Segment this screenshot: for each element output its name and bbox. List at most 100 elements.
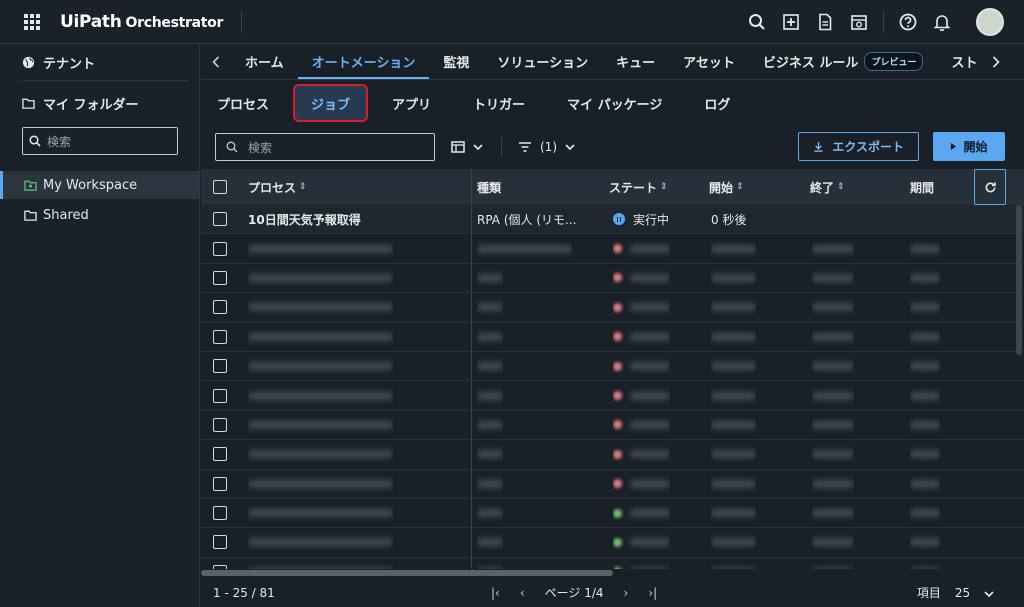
process-cell-redacted xyxy=(248,470,393,498)
next-page-icon[interactable]: › xyxy=(624,586,629,600)
help-icon[interactable] xyxy=(898,12,918,32)
table-row[interactable] xyxy=(201,234,1024,264)
table-row[interactable] xyxy=(201,528,1024,558)
add-icon[interactable] xyxy=(781,12,801,32)
subtab-logs[interactable]: ログ xyxy=(688,86,746,120)
globe-icon xyxy=(22,56,35,68)
state-cell-redacted xyxy=(613,558,670,569)
vertical-scrollbar[interactable] xyxy=(1016,205,1022,355)
type-cell-redacted xyxy=(477,352,503,380)
nav-scroll-left[interactable] xyxy=(201,44,231,79)
search-icon[interactable] xyxy=(747,12,767,32)
start-cell: 0 秒後 xyxy=(711,212,747,227)
row-checkbox[interactable] xyxy=(213,447,227,462)
table-row[interactable] xyxy=(201,293,1024,323)
table-row[interactable] xyxy=(201,381,1024,411)
row-checkbox[interactable] xyxy=(213,417,227,432)
first-page-icon[interactable]: |‹ xyxy=(491,586,500,600)
running-status-icon xyxy=(613,213,625,226)
tab-solutions[interactable]: ソリューション xyxy=(483,44,602,79)
row-select-cell xyxy=(213,411,227,439)
subtab-apps[interactable]: アプリ xyxy=(376,86,447,120)
start-button[interactable]: 開始 xyxy=(933,132,1005,161)
bell-icon[interactable] xyxy=(932,12,952,32)
row-checkbox[interactable] xyxy=(213,241,227,256)
type-cell-redacted xyxy=(477,499,503,527)
table-row[interactable] xyxy=(201,469,1024,499)
tab-business-rules[interactable]: ビジネス ルール プレビュー xyxy=(749,44,938,79)
per-page-select[interactable]: 25 xyxy=(955,586,994,600)
jobs-search-placeholder: 検索 xyxy=(248,140,273,155)
row-checkbox[interactable] xyxy=(213,212,227,227)
resource-icon[interactable] xyxy=(849,12,869,32)
app-launcher-icon[interactable] xyxy=(24,13,40,30)
horizontal-scrollbar[interactable] xyxy=(201,569,1024,577)
tenant-row[interactable]: テナント xyxy=(0,44,199,80)
subtab-label: ログ xyxy=(704,97,731,113)
row-checkbox[interactable] xyxy=(213,535,227,550)
folder-search-input[interactable]: 検索 xyxy=(22,127,178,155)
tab-monitoring[interactable]: 監視 xyxy=(429,44,483,79)
process-cell-redacted xyxy=(248,558,393,569)
duration-cell-redacted xyxy=(910,440,940,468)
export-button[interactable]: エクスポート xyxy=(798,132,919,161)
filter-button[interactable]: (1) xyxy=(518,140,575,154)
table-row[interactable] xyxy=(201,498,1024,529)
column-divider[interactable] xyxy=(471,169,472,205)
document-icon[interactable] xyxy=(815,12,835,32)
process-cell-redacted xyxy=(248,528,393,556)
start-cell-redacted xyxy=(711,264,756,292)
my-folders-row[interactable]: マイ フォルダー xyxy=(0,85,199,121)
subtab-triggers[interactable]: トリガー xyxy=(457,86,541,120)
table-row[interactable] xyxy=(201,322,1024,352)
table-row[interactable] xyxy=(201,557,1024,569)
refresh-button[interactable] xyxy=(974,169,1006,205)
scrollbar-thumb[interactable] xyxy=(201,570,613,576)
app-logo[interactable]: UiPath Orchestrator xyxy=(60,12,223,32)
user-avatar[interactable] xyxy=(976,8,1004,36)
row-checkbox[interactable] xyxy=(213,476,227,491)
column-header-state[interactable]: ステート ⇕ xyxy=(609,169,668,205)
tab-assets[interactable]: アセット xyxy=(669,44,749,79)
table-row[interactable] xyxy=(201,440,1024,470)
start-cell-redacted xyxy=(711,470,756,498)
column-divider xyxy=(471,293,472,322)
workspace-folder-icon xyxy=(24,180,37,191)
table-row[interactable] xyxy=(201,351,1024,382)
end-cell-redacted xyxy=(812,470,854,498)
row-checkbox[interactable] xyxy=(213,300,227,315)
state-cell: 実行中 xyxy=(613,205,669,233)
table-row[interactable]: 10日間天気予報取得 RPA (個人 (リモ... 実行中 0 秒後 xyxy=(201,205,1024,235)
column-header-end[interactable]: 終了 ⇕ xyxy=(810,169,845,205)
subtab-my-packages[interactable]: マイ パッケージ xyxy=(551,86,678,120)
column-header-process[interactable]: プロセス ⇕ xyxy=(248,169,307,205)
last-page-icon[interactable]: ›| xyxy=(648,586,657,600)
subtab-jobs[interactable]: ジョブ xyxy=(293,84,369,122)
row-checkbox[interactable] xyxy=(213,388,227,403)
row-checkbox[interactable] xyxy=(213,329,227,344)
row-checkbox[interactable] xyxy=(213,270,227,285)
subtab-processes[interactable]: プロセス xyxy=(201,86,285,120)
tab-queues[interactable]: キュー xyxy=(602,44,669,79)
row-checkbox[interactable] xyxy=(213,506,227,521)
header-actions-divider xyxy=(883,11,884,33)
row-checkbox[interactable] xyxy=(213,359,227,374)
tab-storage[interactable]: スト xyxy=(937,44,981,79)
sidebar-item-shared[interactable]: Shared xyxy=(0,201,199,229)
table-row[interactable] xyxy=(201,410,1024,441)
column-picker-button[interactable] xyxy=(451,140,483,154)
column-header-start[interactable]: 開始 ⇕ xyxy=(709,169,744,205)
column-header-type[interactable]: 種類 xyxy=(477,169,501,205)
select-all-checkbox[interactable] xyxy=(213,180,227,194)
column-header-duration[interactable]: 期間 xyxy=(910,169,934,205)
process-cell-redacted xyxy=(248,411,393,439)
process-cell-redacted xyxy=(248,440,393,468)
sidebar-item-my-workspace[interactable]: My Workspace xyxy=(0,171,199,199)
table-row[interactable] xyxy=(201,263,1024,294)
tab-automation[interactable]: オートメーション xyxy=(297,44,430,79)
tenant-label: テナント xyxy=(43,56,96,72)
nav-scroll-right[interactable] xyxy=(981,44,1011,79)
jobs-search-input[interactable]: 検索 xyxy=(215,133,435,161)
tab-home[interactable]: ホーム xyxy=(231,44,298,79)
prev-page-icon[interactable]: ‹ xyxy=(520,586,525,600)
